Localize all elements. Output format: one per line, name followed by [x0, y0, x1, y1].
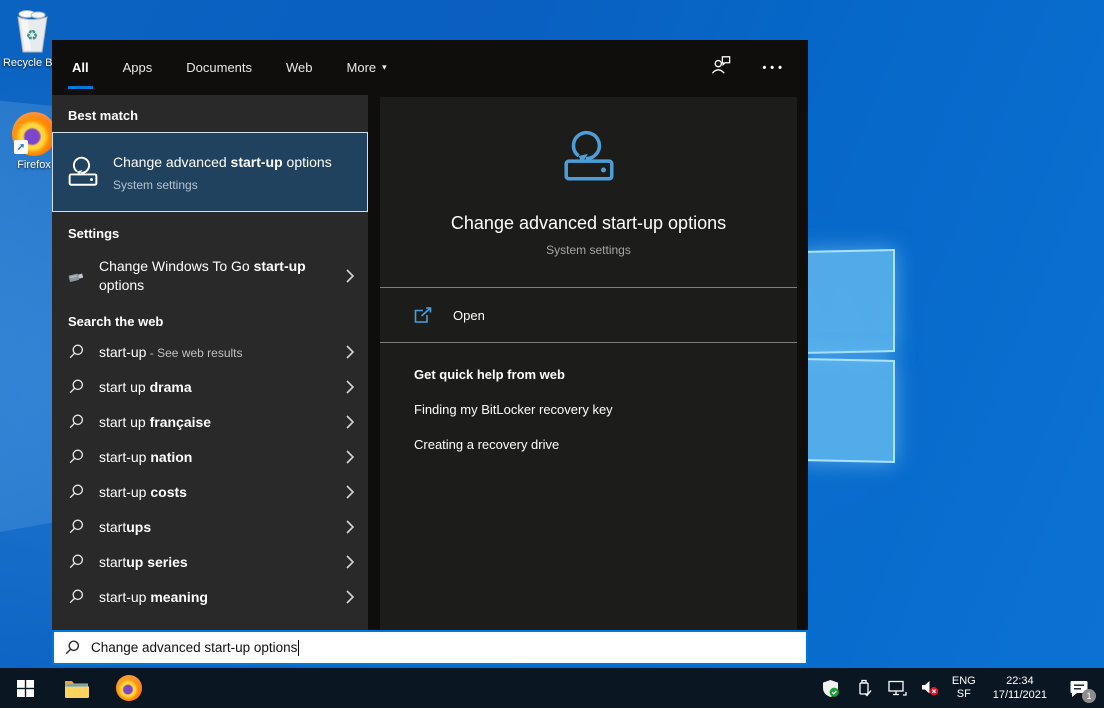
search-icon: [68, 413, 85, 430]
best-match-result[interactable]: Change advanced start-up options System …: [52, 132, 368, 212]
help-heading: Get quick help from web: [414, 367, 797, 382]
search-icon: [64, 639, 81, 656]
search-icon: [68, 588, 85, 605]
settings-result[interactable]: Change Windows To Go start-up options: [52, 250, 368, 302]
section-label-best-match: Best match: [52, 108, 368, 128]
panel-gap: [368, 95, 380, 630]
chevron-right-icon[interactable]: [346, 520, 354, 534]
web-suggestion[interactable]: start up française: [52, 404, 368, 439]
search-icon: [68, 483, 85, 500]
web-suggestion[interactable]: start-up - See web results: [52, 334, 368, 369]
open-action[interactable]: Open: [380, 288, 797, 342]
section-label-settings: Settings: [52, 226, 368, 246]
chevron-right-icon[interactable]: [346, 555, 354, 569]
date: 17/11/2021: [993, 688, 1047, 702]
safely-remove-hardware-icon[interactable]: [853, 673, 875, 703]
best-match-title: Change advanced start-up options: [113, 153, 349, 172]
windows-security-icon[interactable]: [820, 673, 842, 703]
tab-all[interactable]: All: [72, 40, 89, 95]
notification-badge: 1: [1082, 689, 1096, 703]
help-link[interactable]: Creating a recovery drive: [414, 437, 797, 452]
preview-panel: Change advanced start-up options System …: [380, 97, 797, 630]
more-options-icon[interactable]: •••: [762, 62, 786, 74]
web-suggestion[interactable]: start up drama: [52, 369, 368, 404]
open-external-icon: [414, 307, 433, 324]
file-explorer-button[interactable]: [54, 668, 100, 708]
volume-muted-icon[interactable]: [919, 673, 941, 703]
chevron-right-icon[interactable]: [346, 345, 354, 359]
action-center-button[interactable]: 1: [1068, 673, 1090, 703]
text-caret: [298, 640, 299, 656]
search-input[interactable]: Change advanced start-up options: [52, 630, 808, 665]
windows-to-go-icon: [68, 269, 85, 284]
search-icon: [68, 518, 85, 535]
file-explorer-icon: [64, 678, 90, 699]
time: 22:34: [993, 674, 1047, 688]
results-panel: Best match Change advanced start-up opti…: [52, 95, 368, 630]
search-query-text: Change advanced start-up options: [91, 640, 297, 655]
chevron-right-icon[interactable]: [346, 590, 354, 604]
tab-more[interactable]: More ▾: [347, 40, 387, 95]
chevron-right-icon[interactable]: [346, 269, 354, 283]
shortcut-arrow-icon: ➚: [14, 140, 28, 154]
chevron-down-icon: ▾: [382, 62, 387, 73]
best-match-subtitle: System settings: [113, 178, 349, 192]
taskbar-clock[interactable]: 22:34 17/11/2021: [987, 674, 1053, 702]
language-indicator[interactable]: ENG SF: [952, 675, 976, 701]
web-suggestion[interactable]: start-up meaning: [52, 579, 368, 614]
help-link[interactable]: Finding my BitLocker recovery key: [414, 402, 797, 417]
start-button[interactable]: [2, 668, 48, 708]
taskbar: ENG SF 22:34 17/11/2021 1: [0, 668, 1104, 708]
tab-web[interactable]: Web: [286, 40, 313, 95]
search-filter-tabs: All Apps Documents Web More ▾ •••: [52, 40, 808, 95]
chevron-right-icon[interactable]: [346, 485, 354, 499]
chevron-right-icon[interactable]: [346, 415, 354, 429]
feedback-icon[interactable]: [710, 55, 732, 80]
section-label-search-the-web: Search the web: [52, 314, 368, 334]
web-suggestion[interactable]: startups: [52, 509, 368, 544]
web-suggestion[interactable]: startup series: [52, 544, 368, 579]
preview-subtitle: System settings: [380, 243, 797, 257]
search-icon: [68, 448, 85, 465]
preview-title: Change advanced start-up options: [380, 213, 797, 234]
system-tray: ENG SF 22:34 17/11/2021 1: [820, 673, 1104, 703]
chevron-right-icon[interactable]: [346, 380, 354, 394]
wallpaper-logo-pane-top: [800, 249, 895, 354]
keyboard-layout: SF: [952, 688, 976, 701]
network-icon[interactable]: [886, 673, 908, 703]
search-flyout: All Apps Documents Web More ▾ ••• Best m…: [52, 40, 808, 665]
tab-documents[interactable]: Documents: [186, 40, 252, 95]
firefox-button[interactable]: [106, 668, 152, 708]
recycle-bin-icon: ♻: [13, 8, 51, 54]
wallpaper-logo-pane-bottom: [800, 358, 895, 463]
web-suggestion[interactable]: start-up nation: [52, 439, 368, 474]
tab-apps[interactable]: Apps: [123, 40, 153, 95]
search-icon: [68, 378, 85, 395]
search-icon: [68, 553, 85, 570]
web-suggestion[interactable]: start-up costs: [52, 474, 368, 509]
advanced-startup-icon-large: [380, 130, 797, 189]
windows-logo-icon: [17, 680, 34, 697]
search-icon: [68, 343, 85, 360]
language-code: ENG: [952, 675, 976, 688]
open-label: Open: [453, 308, 485, 323]
firefox-icon: [116, 675, 142, 701]
settings-result-title: Change Windows To Go start-up options: [99, 257, 331, 295]
advanced-startup-icon: [66, 156, 100, 188]
recycle-glyph: ♻: [26, 27, 39, 43]
chevron-right-icon[interactable]: [346, 450, 354, 464]
